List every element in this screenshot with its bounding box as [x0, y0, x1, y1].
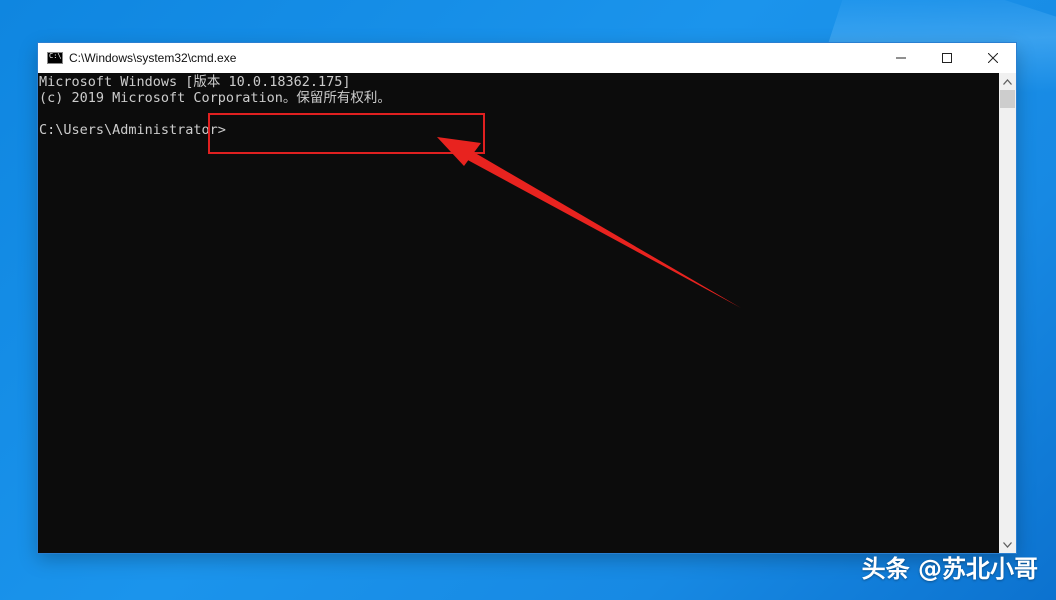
maximize-button[interactable] — [924, 43, 970, 73]
minimize-icon — [896, 57, 906, 59]
scroll-up-button[interactable] — [999, 73, 1016, 90]
command-prompt[interactable]: C:\Users\Administrator> — [38, 122, 999, 138]
close-icon — [988, 53, 998, 63]
title-bar[interactable]: C:\Windows\system32\cmd.exe — [38, 43, 1016, 73]
scroll-thumb[interactable] — [1000, 90, 1015, 108]
close-button[interactable] — [970, 43, 1016, 73]
vertical-scrollbar[interactable] — [999, 73, 1016, 553]
watermark: 头条 @苏北小哥 — [861, 555, 1038, 583]
cmd-icon[interactable] — [47, 52, 63, 64]
chevron-down-icon — [1003, 541, 1012, 548]
console-line-version: Microsoft Windows [版本 10.0.18362.175] — [39, 74, 351, 90]
maximize-icon — [942, 53, 952, 63]
console-output[interactable]: Microsoft Windows [版本 10.0.18362.175] (c… — [38, 73, 999, 553]
window-title: C:\Windows\system32\cmd.exe — [69, 51, 237, 65]
minimize-button[interactable] — [878, 43, 924, 73]
cmd-window: C:\Windows\system32\cmd.exe Microsoft Wi… — [38, 43, 1016, 553]
chevron-up-icon — [1003, 78, 1012, 85]
console-line-copyright: (c) 2019 Microsoft Corporation。保留所有权利。 — [39, 90, 391, 106]
